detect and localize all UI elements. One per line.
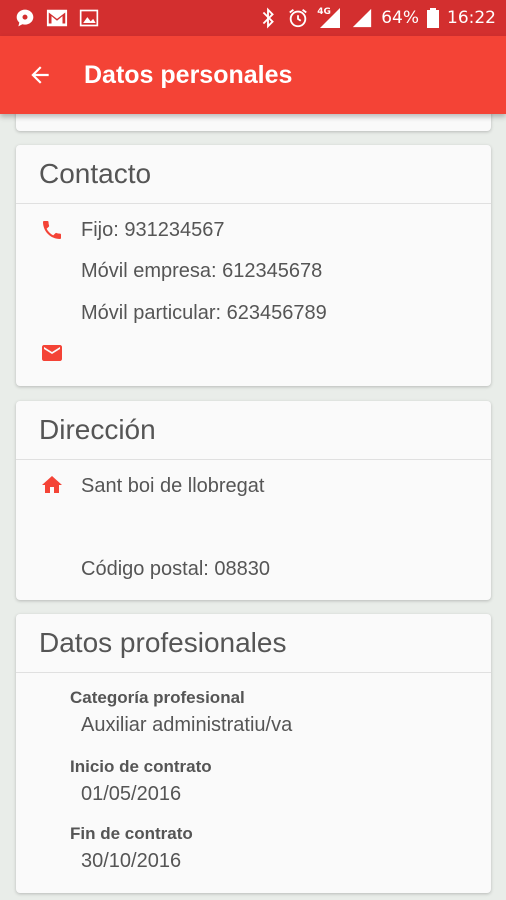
- category-value: Auxiliar administratiu/va: [81, 714, 293, 736]
- back-button[interactable]: [20, 55, 60, 95]
- contract-start-label: Inicio de contrato: [70, 757, 212, 776]
- phone-mobile-company[interactable]: Móvil empresa: 612345678: [81, 260, 322, 283]
- contact-card: Contacto Fijo: 931234567 Móvil empresa: …: [16, 145, 491, 386]
- bluetooth-icon: [257, 7, 279, 29]
- clock: 16:22: [447, 8, 496, 28]
- professional-card: Datos profesionales Categoría profesiona…: [16, 614, 491, 893]
- category-label: Categoría profesional: [70, 688, 245, 707]
- mail-icon: [42, 345, 62, 361]
- battery-percent: 64%: [381, 8, 419, 28]
- phone-icon: [43, 221, 61, 239]
- image-icon: [78, 7, 100, 29]
- chat-icon: [14, 7, 36, 29]
- notification-icons: [14, 7, 100, 29]
- phone-fixed[interactable]: Fijo: 931234567: [81, 219, 224, 242]
- battery-icon: [427, 7, 439, 29]
- contract-end-value: 30/10/2016: [81, 850, 182, 872]
- address-city: Sant boi de llobregat: [81, 475, 265, 497]
- app-bar: Datos personales: [0, 36, 506, 114]
- address-card: Dirección Sant boi de llobregat Código p…: [16, 401, 491, 600]
- gmail-icon: [46, 7, 68, 29]
- phone-mobile-private[interactable]: Móvil particular: 623456789: [81, 302, 327, 325]
- mobile-signal-icon: 4G: [317, 7, 343, 29]
- alarm-icon: [287, 7, 309, 29]
- arrow-back-icon: [31, 66, 49, 84]
- status-bar: 4G 64% 16:22: [0, 0, 506, 36]
- system-icons: 4G 64% 16:22: [257, 7, 496, 29]
- contract-end-label: Fin de contrato: [70, 824, 193, 843]
- contact-title: Contacto: [16, 145, 491, 204]
- network-type: 4G: [317, 7, 331, 17]
- professional-title: Datos profesionales: [16, 614, 491, 673]
- address-postal-code: Código postal: 08830: [81, 558, 271, 580]
- home-icon: [42, 476, 62, 493]
- address-title: Dirección: [16, 401, 491, 460]
- page-title: Datos personales: [84, 60, 293, 89]
- contract-start-value: 01/05/2016: [81, 783, 182, 805]
- wifi-icon: [351, 7, 373, 29]
